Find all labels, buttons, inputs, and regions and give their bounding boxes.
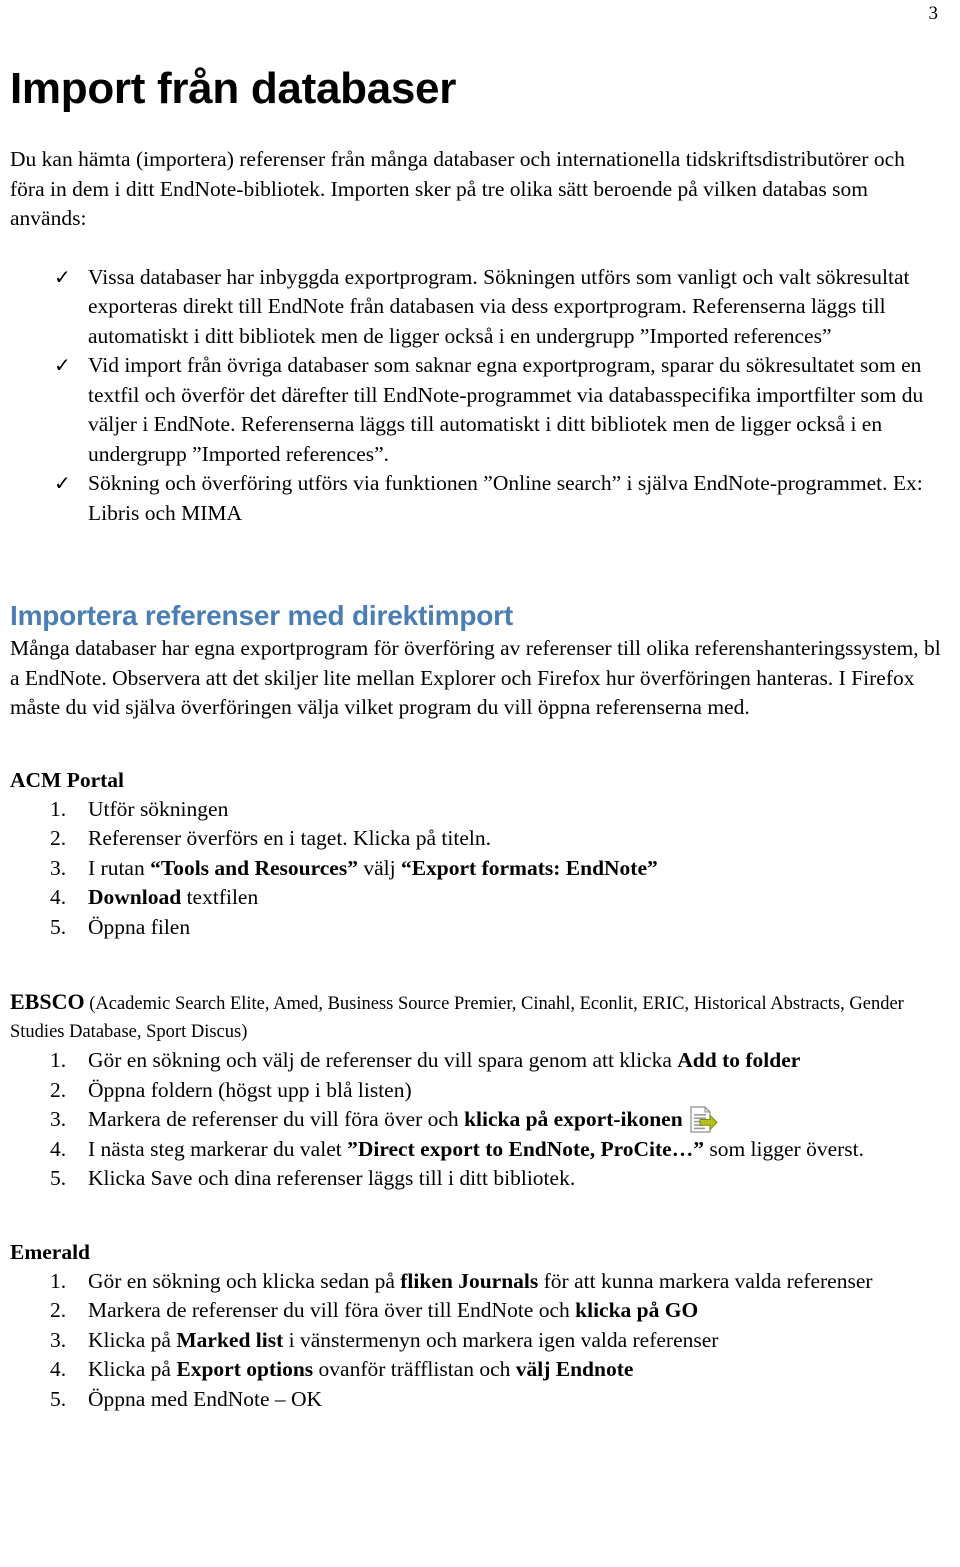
list-item: Utför sökningen [10, 795, 942, 825]
list-item-emphasis: Marked list [176, 1327, 284, 1352]
list-item-text: textfilen [181, 885, 259, 910]
acm-steps-list: Utför sökningen Referenser överförs en i … [10, 795, 942, 943]
list-item: Öppna foldern (högst upp i blå listen) [10, 1076, 942, 1106]
list-item: Klicka på Export options ovanför träffli… [10, 1355, 942, 1385]
subheading-emerald: Emerald [10, 1239, 91, 1264]
list-item: Referenser överförs en i taget. Klicka p… [10, 824, 942, 854]
checkmark-icon: ✓ [54, 471, 71, 496]
list-item-text: Utför sökningen [88, 796, 229, 821]
list-item-text: Klicka Save och dina referenser läggs ti… [88, 1166, 576, 1191]
section-heading-direct-import: Importera referenser med direktimport [10, 600, 513, 632]
list-item-text: Vissa databaser har inbyggda exportprogr… [88, 264, 910, 348]
page-title: Import från databaser [10, 64, 457, 113]
list-item-text: Öppna filen [88, 914, 191, 939]
list-item-text: Öppna med EndNote – OK [88, 1386, 323, 1411]
subheading-ebsco: EBSCO (Academic Search Elite, Amed, Busi… [10, 942, 942, 1046]
list-item: ✓ Vid import från övriga databaser som s… [10, 351, 942, 469]
list-item-text: Sökning och överföring utförs via funkti… [88, 471, 923, 525]
checkmark-icon: ✓ [54, 353, 71, 378]
list-item-text: Vid import från övriga databaser som sak… [88, 353, 924, 466]
list-item: Markera de referenser du vill föra över … [10, 1296, 942, 1326]
list-item-text: som ligger överst. [703, 1136, 865, 1161]
ebsco-steps-list: Gör en sökning och välj de referenser du… [10, 1046, 942, 1194]
list-item: Gör en sökning och välj de referenser du… [10, 1046, 942, 1076]
list-item-text: Klicka på [88, 1327, 177, 1352]
list-item-text: I rutan [88, 855, 151, 880]
list-item-text: Markera de referenser du vill föra över … [88, 1298, 576, 1323]
list-item-text: i vänstermenyn och markera igen valda re… [283, 1327, 719, 1352]
list-item-text: Klicka på [88, 1357, 177, 1382]
list-item-emphasis: ”Direct export to EndNote, ProCite…” [347, 1136, 704, 1161]
list-item: Öppna filen [10, 913, 942, 943]
list-item: Öppna med EndNote – OK [10, 1385, 942, 1415]
checkmark-icon: ✓ [54, 264, 71, 289]
list-item-text: Öppna foldern (högst upp i blå listen) [88, 1077, 412, 1102]
list-item-text: Gör en sökning och välj de referenser du… [88, 1048, 678, 1073]
list-item: I rutan “Tools and Resources” välj “Expo… [10, 854, 942, 884]
list-item: Gör en sökning och klicka sedan på flike… [10, 1267, 942, 1297]
list-item-emphasis: välj Endnote [515, 1357, 634, 1382]
list-item: Klicka på Marked list i vänstermenyn och… [10, 1326, 942, 1356]
list-item-emphasis: “Export formats: EndNote” [400, 855, 658, 880]
list-item: Download textfilen [10, 883, 942, 913]
list-item-emphasis: Download [88, 885, 182, 910]
direct-import-paragraph: Många databaser har egna exportprogram f… [10, 636, 941, 720]
list-item-emphasis: “Tools and Resources” [150, 855, 358, 880]
emerald-steps-list: Gör en sökning och klicka sedan på flike… [10, 1267, 942, 1415]
list-item-emphasis: klicka på export-ikonen [464, 1107, 683, 1132]
import-methods-list: ✓ Vissa databaser har inbyggda exportpro… [10, 263, 942, 529]
ebsco-database-list: (Academic Search Elite, Amed, Business S… [10, 994, 904, 1043]
page-number: 3 [928, 3, 939, 24]
subheading-acm-portal: ACM Portal [10, 767, 125, 792]
list-item: ✓ Vissa databaser har inbyggda exportpro… [10, 263, 942, 352]
list-item-text: Referenser överförs en i taget. Klicka p… [88, 826, 491, 851]
list-item-text: ovanför träfflistan och [313, 1357, 516, 1382]
document-page: 3 Import från databaser Du kan hämta (im… [0, 0, 960, 1567]
list-item-emphasis: Export options [176, 1357, 314, 1382]
ebsco-label: EBSCO [10, 989, 85, 1015]
list-item-emphasis: fliken Journals [400, 1268, 539, 1293]
list-item-emphasis: klicka på GO [575, 1298, 699, 1323]
list-item-text: Markera de referenser du vill föra över … [88, 1107, 465, 1132]
list-item: Markera de referenser du vill föra över … [10, 1105, 942, 1135]
list-item: I nästa steg markerar du valet ”Direct e… [10, 1135, 942, 1165]
list-item-text: för att kunna markera valda referenser [538, 1268, 873, 1293]
list-item-text: I nästa steg markerar du valet [88, 1136, 348, 1161]
list-item-text: Gör en sökning och klicka sedan på [88, 1268, 401, 1293]
export-icon [689, 1106, 719, 1134]
list-item: ✓ Sökning och överföring utförs via funk… [10, 469, 942, 528]
list-item-text: välj [357, 855, 401, 880]
list-item-emphasis: Add to folder [677, 1048, 801, 1073]
intro-paragraph: Du kan hämta (importera) referenser från… [10, 147, 905, 231]
list-item: Klicka Save och dina referenser läggs ti… [10, 1164, 942, 1194]
